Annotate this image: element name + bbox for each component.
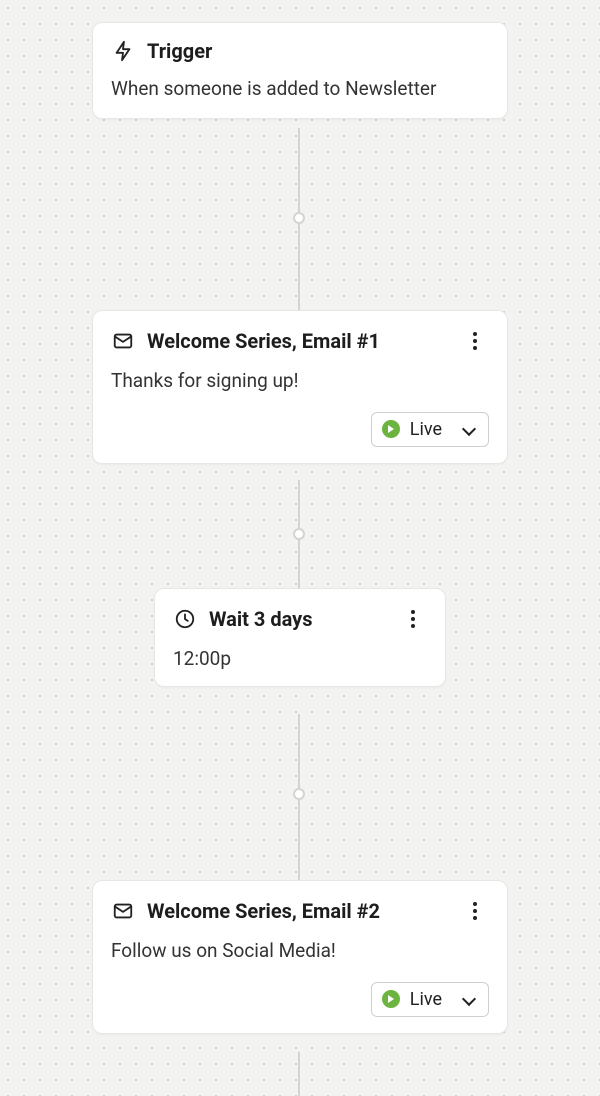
email-title: Welcome Series, Email #2 (147, 899, 449, 923)
card-menu-button[interactable] (461, 327, 489, 355)
card-menu-button[interactable] (461, 897, 489, 925)
play-icon (382, 420, 400, 438)
workflow-canvas[interactable]: Trigger When someone is added to Newslet… (0, 0, 600, 1096)
chevron-down-icon (462, 422, 476, 436)
status-dropdown[interactable]: Live (371, 982, 489, 1017)
wait-card[interactable]: Wait 3 days 12:00p (154, 588, 446, 687)
email-card-2[interactable]: Welcome Series, Email #2 Follow us on So… (92, 880, 508, 1034)
connector-line (298, 1052, 300, 1096)
email-icon (111, 329, 135, 353)
wait-title: Wait 3 days (209, 607, 387, 631)
add-step-handle[interactable] (293, 788, 305, 800)
add-step-handle[interactable] (293, 528, 305, 540)
status-label: Live (410, 419, 442, 440)
clock-icon (173, 607, 197, 631)
email-subject: Thanks for signing up! (111, 369, 489, 394)
chevron-down-icon (462, 992, 476, 1006)
card-menu-button[interactable] (399, 605, 427, 633)
email-icon (111, 899, 135, 923)
add-step-handle[interactable] (293, 212, 305, 224)
trigger-description: When someone is added to Newsletter (111, 77, 489, 102)
status-dropdown[interactable]: Live (371, 412, 489, 447)
wait-time: 12:00p (173, 647, 427, 670)
email-subject: Follow us on Social Media! (111, 939, 489, 964)
bolt-icon (111, 39, 135, 63)
email-title: Welcome Series, Email #1 (147, 329, 449, 353)
play-icon (382, 990, 400, 1008)
email-card-1[interactable]: Welcome Series, Email #1 Thanks for sign… (92, 310, 508, 464)
trigger-title: Trigger (147, 39, 489, 63)
status-label: Live (410, 989, 442, 1010)
trigger-card[interactable]: Trigger When someone is added to Newslet… (92, 22, 508, 119)
